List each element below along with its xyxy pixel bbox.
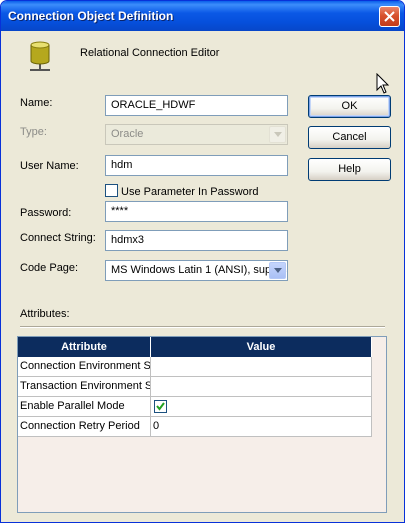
type-label: Type:	[20, 126, 47, 138]
connect-string-input[interactable]: hdmx3	[105, 230, 288, 251]
mouse-cursor-icon	[376, 73, 390, 94]
code-page-label: Code Page:	[20, 262, 79, 274]
dialog-window: Connection Object Definition Relational …	[0, 0, 405, 523]
attributes-label: Attributes:	[20, 308, 70, 320]
value-cell[interactable]: 0	[151, 417, 372, 436]
use-parameter-label: Use Parameter In Password	[121, 186, 259, 198]
use-parameter-checkbox[interactable]	[105, 184, 118, 197]
value-cell[interactable]	[151, 357, 372, 376]
enable-parallel-mode-checkbox[interactable]	[154, 400, 167, 413]
table-row[interactable]: Connection Environment SQL	[18, 357, 372, 377]
attributes-separator	[20, 326, 385, 328]
username-input[interactable]: hdm	[105, 155, 288, 176]
code-page-dropdown-arrow[interactable]	[269, 262, 286, 279]
column-header-attribute[interactable]: Attribute	[18, 337, 151, 357]
ok-button[interactable]: OK	[308, 95, 391, 118]
password-label: Password:	[20, 207, 72, 219]
check-icon	[156, 402, 165, 411]
attribute-cell: Transaction Environment SQL	[18, 377, 151, 396]
table-row[interactable]: Enable Parallel Mode	[18, 397, 372, 417]
chevron-down-icon	[274, 268, 282, 273]
close-button[interactable]	[379, 6, 400, 27]
value-cell[interactable]	[151, 397, 372, 416]
grid-header: Attribute Value	[18, 337, 372, 357]
type-dropdown-arrow	[269, 126, 286, 143]
attribute-cell: Connection Retry Period	[18, 417, 151, 436]
attribute-cell: Connection Environment SQL	[18, 357, 151, 376]
database-icon	[30, 41, 50, 71]
password-input[interactable]: ****	[105, 201, 288, 222]
connect-string-label: Connect String:	[20, 232, 96, 244]
name-input[interactable]: ORACLE_HDWF	[105, 95, 288, 116]
column-header-value[interactable]: Value	[151, 337, 372, 357]
table-row[interactable]: Transaction Environment SQL	[18, 377, 372, 397]
username-label: User Name:	[20, 160, 79, 172]
attribute-cell: Enable Parallel Mode	[18, 397, 151, 416]
help-button[interactable]: Help	[308, 158, 391, 181]
cancel-button[interactable]: Cancel	[308, 126, 391, 149]
attributes-grid[interactable]: Attribute Value Connection Environment S…	[17, 336, 387, 513]
code-page-select[interactable]: MS Windows Latin 1 (ANSI), superset of L…	[105, 260, 288, 281]
type-select[interactable]: Oracle	[105, 124, 288, 145]
value-cell[interactable]	[151, 377, 372, 396]
type-value: Oracle	[111, 128, 144, 140]
editor-label: Relational Connection Editor	[80, 47, 220, 59]
chevron-down-icon	[274, 132, 282, 137]
title-bar[interactable]: Connection Object Definition	[1, 1, 404, 31]
close-icon	[384, 11, 395, 22]
table-row[interactable]: Connection Retry Period 0	[18, 417, 372, 437]
window-title: Connection Object Definition	[8, 9, 174, 23]
dialog-content: Relational Connection Editor Name: ORACL…	[4, 31, 401, 521]
code-page-value: MS Windows Latin 1 (ANSI), superset of L…	[111, 264, 287, 276]
name-label: Name:	[20, 97, 53, 109]
